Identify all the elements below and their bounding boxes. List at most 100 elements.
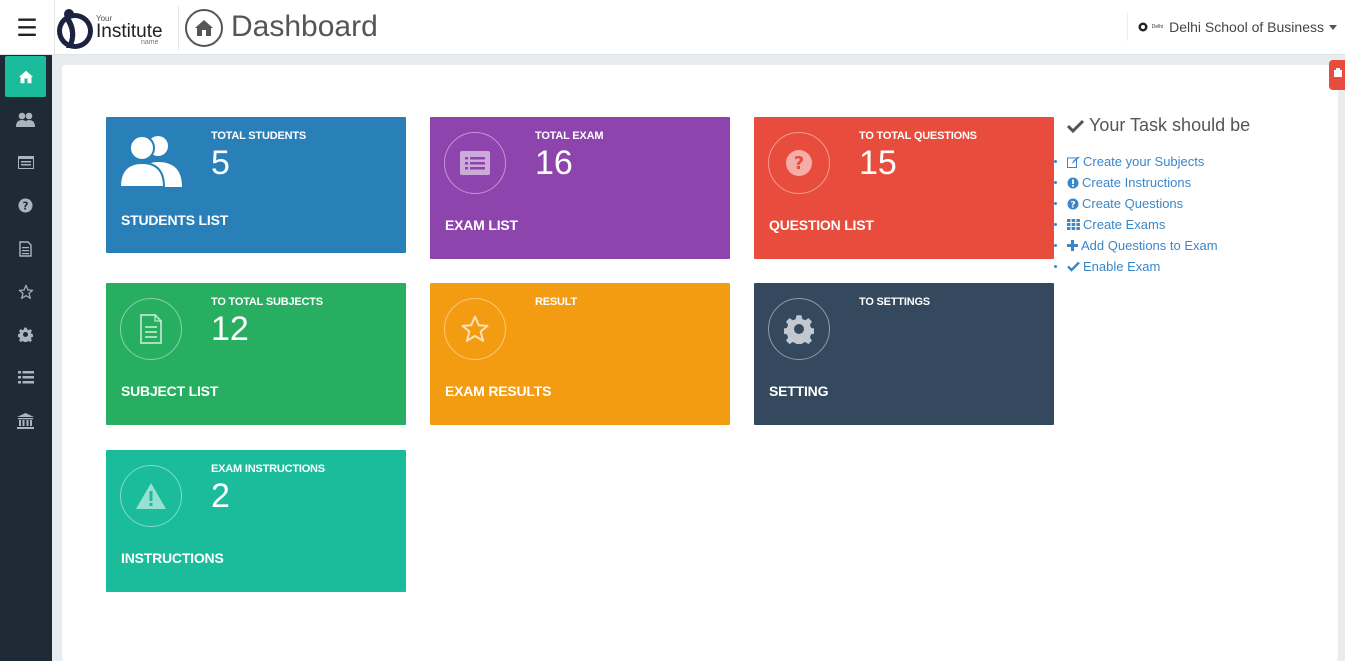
tile-label: TO TOTAL QUESTIONS [859,130,977,142]
tile-subjects[interactable]: TO TOTAL SUBJECTS 12 SUBJECT LIST [106,283,406,425]
list-alt-icon [17,156,34,169]
home-icon [185,9,223,47]
sidebar-item-exams[interactable] [5,142,46,183]
tile-title: SUBJECT LIST [121,383,219,399]
sidebar-item-questions[interactable]: ? [5,185,46,226]
alert-tab-icon [1334,68,1342,77]
task-item-create-questions[interactable]: ? Create Questions [1054,193,1250,214]
tile-icon-circle [120,298,182,360]
task-item-label: Create Questions [1082,196,1184,211]
tile-questions[interactable]: ? TO TOTAL QUESTIONS 15 QUESTION LIST [754,117,1054,259]
svg-text:?: ? [23,200,29,212]
user-name: Delhi School of Business [1169,19,1324,35]
task-item-label: Create Instructions [1082,175,1192,190]
question-circle-icon: ? [786,150,812,176]
logo-name-text: name [141,39,159,46]
institution-icon [17,412,34,429]
task-heading-text: Your Task should be [1089,115,1251,135]
sidebar-item-instructions[interactable] [5,357,46,398]
file-text-icon [19,240,32,257]
tile-label: TOTAL STUDENTS [211,130,306,142]
home-icon [18,70,33,83]
tile-label: EXAM INSTRUCTIONS [211,463,325,475]
tile-instructions[interactable]: EXAM INSTRUCTIONS 2 INSTRUCTIONS [106,450,406,592]
tile-count: 15 [859,144,897,182]
page-title: Dashboard [231,10,378,43]
warning-icon [136,483,166,509]
tile-count: 16 [535,144,573,182]
top-bar: ☰ Your Institute name Dashboard Delhi De… [0,0,1345,55]
header-divider [178,6,179,50]
users-icon [16,112,35,127]
task-list-panel: Your Task should be Create your Subjects… [1054,115,1250,277]
task-item-add-questions[interactable]: Add Questions to Exam [1054,235,1250,256]
tile-students[interactable]: TOTAL STUDENTS 5 STUDENTS LIST [106,117,406,253]
list-icon [17,371,34,384]
gear-icon [18,327,33,342]
tile-count: 5 [211,144,230,182]
bullet-icon [1054,160,1057,163]
institute-logo[interactable]: Your Institute name [55,4,175,52]
check-icon [1067,119,1084,133]
tile-icon-circle [444,132,506,194]
sidebar: ? [0,55,52,661]
tile-label: TOTAL EXAM [535,130,604,142]
file-text-icon [140,314,162,344]
tile-icon-circle: ? [768,132,830,194]
task-heading: Your Task should be [1067,115,1250,136]
task-item-create-instructions[interactable]: Create Instructions [1054,172,1250,193]
task-item-create-exams[interactable]: Create Exams [1054,214,1250,235]
bullet-icon [1054,244,1057,247]
tile-label: TO TOTAL SUBJECTS [211,296,323,308]
tile-icon-circle [120,465,182,527]
tile-settings[interactable]: TO SETTINGS SETTING [754,283,1054,425]
school-logo-icon [1138,22,1148,32]
check-icon [1067,261,1080,272]
gear-icon [784,315,814,344]
sidebar-item-home[interactable] [5,56,46,97]
chevron-down-icon [1329,24,1337,30]
bullet-icon [1054,223,1057,226]
grid-icon [1067,219,1080,230]
sidebar-item-institution[interactable] [5,400,46,441]
tile-icon-circle [444,298,506,360]
tile-count: 2 [211,477,230,515]
tile-count: 12 [211,310,249,348]
star-icon [461,315,489,342]
school-logo-text: Delhi [1151,24,1164,30]
task-item-enable-exam[interactable]: Enable Exam [1054,256,1250,277]
exclamation-circle-icon [1067,177,1079,188]
task-item-create-subjects[interactable]: Create your Subjects [1054,151,1250,172]
star-icon [18,284,33,299]
alert-tab[interactable] [1329,60,1345,90]
sidebar-item-subjects[interactable] [5,228,46,269]
tile-title: EXAM LIST [445,217,518,233]
tile-exams[interactable]: TOTAL EXAM 16 EXAM LIST [430,117,730,259]
tile-title: QUESTION LIST [769,217,874,233]
list-alt-icon [460,151,490,175]
plus-icon [1067,240,1078,251]
edit-icon [1067,156,1080,168]
question-circle-icon: ? [18,198,33,213]
tile-icon-circle [768,298,830,360]
tile-title: EXAM RESULTS [445,383,552,399]
task-item-label: Create Exams [1083,217,1166,232]
bullet-icon [1054,265,1057,268]
task-list: Create your Subjects Create Instructions… [1054,151,1250,277]
sidebar-item-results[interactable] [5,271,46,312]
user-menu[interactable]: Delhi Delhi School of Business [1126,13,1337,41]
question-circle-icon: ? [1067,198,1079,210]
tile-results[interactable]: RESULT EXAM RESULTS [430,283,730,425]
hamburger-icon[interactable]: ☰ [0,0,55,55]
tile-title: SETTING [769,383,829,399]
logo-mark-icon [57,9,93,49]
tile-label: RESULT [535,296,577,308]
bullet-icon [1054,202,1057,205]
tile-title: INSTRUCTIONS [121,550,224,566]
sidebar-item-settings[interactable] [5,314,46,355]
tile-title: STUDENTS LIST [121,212,229,228]
tile-label: TO SETTINGS [859,296,930,308]
task-item-label: Enable Exam [1083,259,1161,274]
sidebar-item-students[interactable] [5,99,46,140]
users-icon [120,135,182,187]
